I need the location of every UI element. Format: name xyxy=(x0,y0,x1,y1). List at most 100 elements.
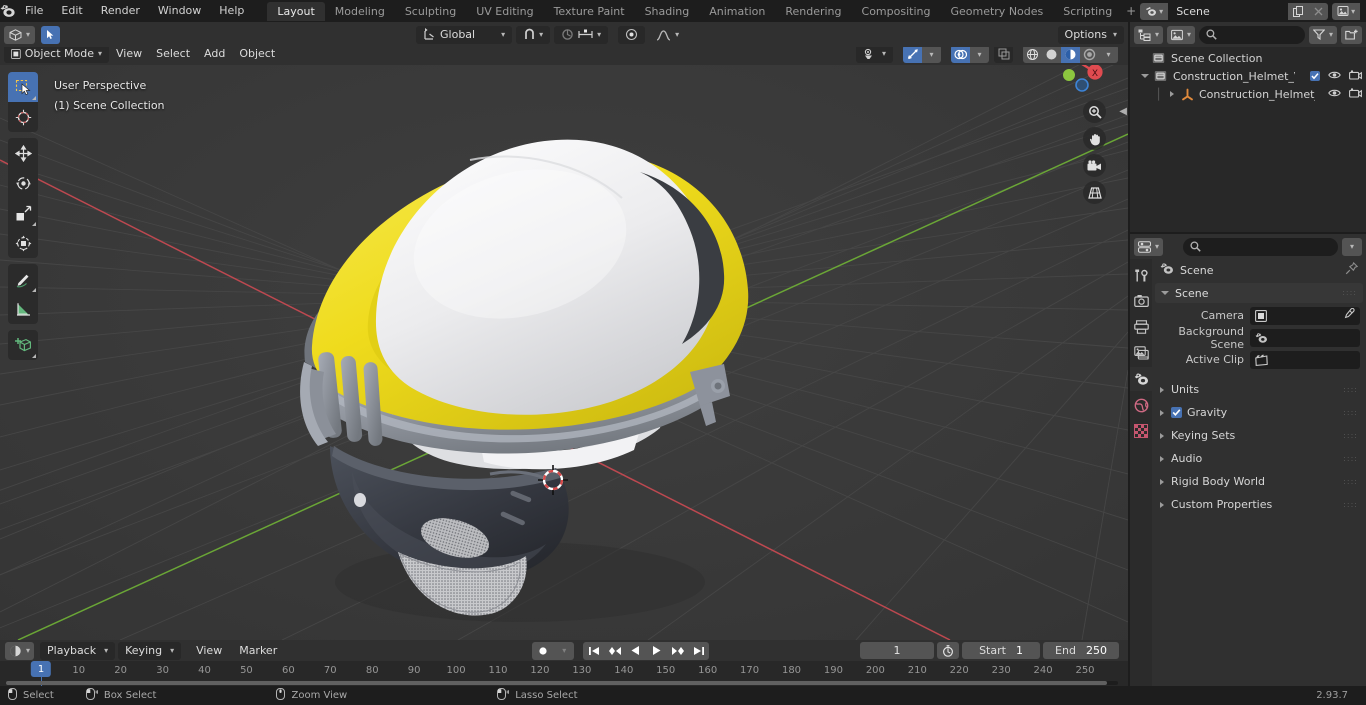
jump-to-next-keyframe-button[interactable] xyxy=(667,641,689,660)
viewport-menu-add[interactable]: Add xyxy=(197,45,232,63)
viewport-sidebar-toggle-icon[interactable]: ◀ xyxy=(1119,106,1127,117)
camera-view-icon[interactable] xyxy=(1083,154,1106,177)
material-preview-shading-icon[interactable] xyxy=(1061,45,1080,63)
scene-datablock[interactable]: ▾ Scene xyxy=(1140,2,1329,20)
chevron-right-icon[interactable] xyxy=(1160,386,1164,393)
audio-panel-header[interactable]: Audio :::: xyxy=(1152,448,1366,469)
eyedropper-icon[interactable] xyxy=(1343,307,1355,323)
menu-edit[interactable]: Edit xyxy=(52,0,91,22)
shading-dropdown[interactable]: ▾ xyxy=(1099,45,1118,63)
workspace-tab-uv-editing[interactable]: UV Editing xyxy=(466,2,543,21)
menu-file[interactable]: File xyxy=(16,0,52,22)
x-icon[interactable] xyxy=(1308,2,1329,20)
overlays-dropdown[interactable]: ▾ xyxy=(970,45,989,63)
properties-options-dropdown[interactable]: ▾ xyxy=(1341,237,1362,256)
gizmo-icon[interactable] xyxy=(903,45,922,63)
start-frame-field[interactable]: Start 1 xyxy=(962,642,1040,659)
transform-orientation-selector[interactable]: Global ▾ xyxy=(416,25,513,44)
blender-logo-icon[interactable] xyxy=(0,0,16,22)
outliner-display-icon[interactable]: ▾ xyxy=(1134,25,1164,44)
add-workspace-button[interactable]: + xyxy=(1122,4,1140,18)
menu-window[interactable]: Window xyxy=(149,0,210,22)
collection-exclude-checkbox[interactable] xyxy=(1310,71,1320,81)
rigid-body-world-panel-header[interactable]: Rigid Body World :::: xyxy=(1152,471,1366,492)
timeline-editor[interactable]: ▾ Playback ▾ Keying ▾ View Marker ▾ 1 St… xyxy=(0,640,1128,686)
active-clip-field[interactable] xyxy=(1250,350,1360,369)
gravity-panel-header[interactable]: Gravity :::: xyxy=(1152,402,1366,423)
viewlayer-name-field[interactable]: View Layer xyxy=(1360,2,1366,20)
workspace-tab-sculpting[interactable]: Sculpting xyxy=(395,2,466,21)
outliner-search-input[interactable] xyxy=(1199,25,1305,44)
workspace-tab-modeling[interactable]: Modeling xyxy=(325,2,395,21)
menu-render[interactable]: Render xyxy=(92,0,149,22)
viewport-3d[interactable]: ▾ Global ▾ ▾ ▾ ▾ Options ▾ Object Mode ▾… xyxy=(0,22,1128,640)
chevron-right-icon[interactable] xyxy=(1160,432,1164,439)
rotate-tool[interactable] xyxy=(8,168,38,198)
snap-settings[interactable]: ▾ xyxy=(554,25,609,44)
play-reverse-button[interactable] xyxy=(625,641,647,660)
chevron-down-icon[interactable] xyxy=(1138,74,1152,78)
view-layer-icon[interactable]: ▾ xyxy=(1332,2,1361,20)
workspace-tab-rendering[interactable]: Rendering xyxy=(775,2,851,21)
camera-icon[interactable] xyxy=(1349,87,1362,101)
zoom-view-icon[interactable] xyxy=(1083,100,1106,123)
workspace-tab-layout[interactable]: Layout xyxy=(267,1,325,21)
outliner-row-scene-collection[interactable]: Scene Collection xyxy=(1130,49,1366,67)
transform-tool[interactable] xyxy=(8,228,38,258)
workspace-tab-compositing[interactable]: Compositing xyxy=(852,2,941,21)
camera-field[interactable] xyxy=(1250,306,1360,325)
chevron-down-icon[interactable] xyxy=(1161,291,1169,295)
world-tab[interactable] xyxy=(1130,393,1152,417)
workspace-tab-texture-paint[interactable]: Texture Paint xyxy=(544,2,635,21)
output-tab[interactable] xyxy=(1130,315,1152,339)
wireframe-shading-icon[interactable] xyxy=(1023,45,1042,63)
workspace-tab-geometry-nodes[interactable]: Geometry Nodes xyxy=(940,2,1053,21)
timeline-menu-view[interactable]: View xyxy=(189,642,229,660)
properties-search-input[interactable] xyxy=(1183,237,1338,256)
jump-to-end-button[interactable] xyxy=(688,641,710,660)
eye-icon[interactable] xyxy=(1328,88,1341,101)
end-frame-field[interactable]: End 250 xyxy=(1043,642,1119,659)
annotate-tool[interactable] xyxy=(8,264,38,294)
workspace-tab-shading[interactable]: Shading xyxy=(635,2,700,21)
pin-icon[interactable] xyxy=(1345,261,1359,278)
properties-editor-icon[interactable]: ▾ xyxy=(1134,237,1164,256)
rendered-shading-icon[interactable] xyxy=(1080,45,1099,63)
mode-selector[interactable]: Object Mode ▾ xyxy=(4,45,109,63)
new-collection-icon[interactable] xyxy=(1341,25,1362,44)
filter-icon[interactable]: ▾ xyxy=(1308,25,1337,44)
chevron-right-icon[interactable] xyxy=(1160,501,1164,508)
custom-properties-panel-header[interactable]: Custom Properties :::: xyxy=(1152,494,1366,515)
duplicate-icon[interactable] xyxy=(1288,2,1309,20)
auto-keying-dropdown[interactable]: ▾ xyxy=(554,641,575,660)
chevron-right-icon[interactable] xyxy=(1160,455,1164,462)
toggle-perspective-icon[interactable] xyxy=(1083,181,1106,204)
scale-tool[interactable] xyxy=(8,198,38,228)
texture-tab[interactable] xyxy=(1130,419,1152,443)
outliner-filter-id-icon[interactable]: ▾ xyxy=(1167,25,1196,44)
add-cube-tool[interactable] xyxy=(8,330,38,360)
outliner-editor[interactable]: ▾ ▾ ▾ Scene Collection Construction_Helm… xyxy=(1130,22,1366,232)
proportional-editing-toggle[interactable] xyxy=(618,25,646,44)
visibility-icon[interactable]: ▾ xyxy=(855,45,893,63)
tool-tab[interactable] xyxy=(1130,263,1152,287)
chevron-right-icon[interactable] xyxy=(1165,91,1179,97)
options-dropdown[interactable]: Options ▾ xyxy=(1057,25,1124,44)
scene-name-field[interactable]: Scene xyxy=(1168,2,1289,20)
move-tool[interactable] xyxy=(8,138,38,168)
timeline-scrollbar-thumb[interactable] xyxy=(6,681,1107,685)
jump-to-prev-keyframe-button[interactable] xyxy=(604,641,626,660)
timeline-editor-icon[interactable]: ▾ xyxy=(5,641,35,660)
viewport-menu-select[interactable]: Select xyxy=(149,45,197,63)
background-scene-field[interactable] xyxy=(1250,328,1360,347)
gravity-checkbox[interactable] xyxy=(1171,407,1182,418)
chevron-right-icon[interactable] xyxy=(1160,409,1164,416)
scene-panel-header[interactable]: Scene :::: xyxy=(1155,283,1363,303)
view-layer-tab[interactable] xyxy=(1130,341,1152,365)
outliner-row-collection[interactable]: Construction_Helmet_Virtual_ xyxy=(1130,67,1366,85)
workspace-tab-animation[interactable]: Animation xyxy=(699,2,775,21)
timeline-scrollbar[interactable] xyxy=(6,681,1118,685)
menu-help[interactable]: Help xyxy=(210,0,253,22)
properties-editor[interactable]: ▾ ▾ Scene Scene:::: Camera Background S… xyxy=(1130,234,1366,686)
viewport-menu-view[interactable]: View xyxy=(109,45,149,63)
